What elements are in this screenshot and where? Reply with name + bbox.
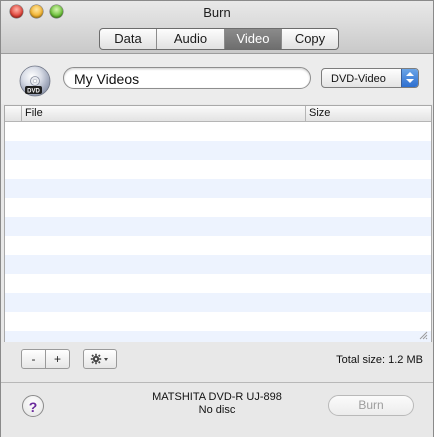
disc-name-field[interactable]: My Videos <box>63 67 311 89</box>
gear-icon <box>90 353 108 365</box>
format-popup-value: DVD-Video <box>331 73 386 85</box>
table-row <box>5 293 431 312</box>
action-menu-button[interactable] <box>83 349 117 369</box>
popup-arrows-icon <box>401 69 418 87</box>
dvd-logo-text: DVD <box>27 88 40 94</box>
table-row <box>5 141 431 160</box>
resize-grip-icon[interactable] <box>418 330 428 340</box>
table-rows <box>5 122 431 342</box>
footer: ? MATSHITA DVD-R UJ-898 No disc Burn <box>1 383 433 437</box>
table-row <box>5 274 431 293</box>
column-divider[interactable] <box>305 106 306 121</box>
list-actions-bar: - + Total size: 1.2 MB <box>1 342 433 383</box>
burn-window: Burn Data Audio Video Copy DVD My Videos… <box>0 0 434 437</box>
dvd-disc-icon: DVD <box>19 65 51 97</box>
drive-status: No disc <box>198 404 236 416</box>
tab-copy[interactable]: Copy <box>281 29 338 49</box>
drive-info: MATSHITA DVD-R UJ-898 No disc <box>121 391 313 417</box>
burn-button[interactable]: Burn <box>328 395 414 416</box>
table-row <box>5 255 431 274</box>
column-header-size[interactable]: Size <box>309 106 330 121</box>
table-header: File Size <box>5 106 431 122</box>
total-size-label: Total size: 1.2 MB <box>336 354 423 366</box>
table-row <box>5 236 431 255</box>
table-row <box>5 198 431 217</box>
file-list-table[interactable]: File Size <box>4 105 432 343</box>
toolbar: DVD My Videos DVD-Video <box>1 54 433 104</box>
table-row <box>5 179 431 198</box>
table-row <box>5 160 431 179</box>
remove-file-button[interactable]: - <box>21 349 46 369</box>
drive-name: MATSHITA DVD-R UJ-898 <box>152 391 282 403</box>
tab-audio[interactable]: Audio <box>156 29 224 49</box>
tab-data[interactable]: Data <box>100 29 156 49</box>
title-bar: Burn Data Audio Video Copy <box>1 1 433 54</box>
table-row <box>5 312 431 331</box>
mode-segmented-control: Data Audio Video Copy <box>99 28 339 50</box>
chevron-down-icon <box>104 358 108 362</box>
add-file-button[interactable]: + <box>45 349 70 369</box>
table-row <box>5 122 431 141</box>
tab-video[interactable]: Video <box>224 29 281 49</box>
format-popup[interactable]: DVD-Video <box>321 68 419 88</box>
column-header-file[interactable]: File <box>25 106 43 121</box>
help-button[interactable]: ? <box>22 395 44 417</box>
column-divider <box>21 106 22 121</box>
window-title: Burn <box>203 5 231 20</box>
table-row <box>5 217 431 236</box>
